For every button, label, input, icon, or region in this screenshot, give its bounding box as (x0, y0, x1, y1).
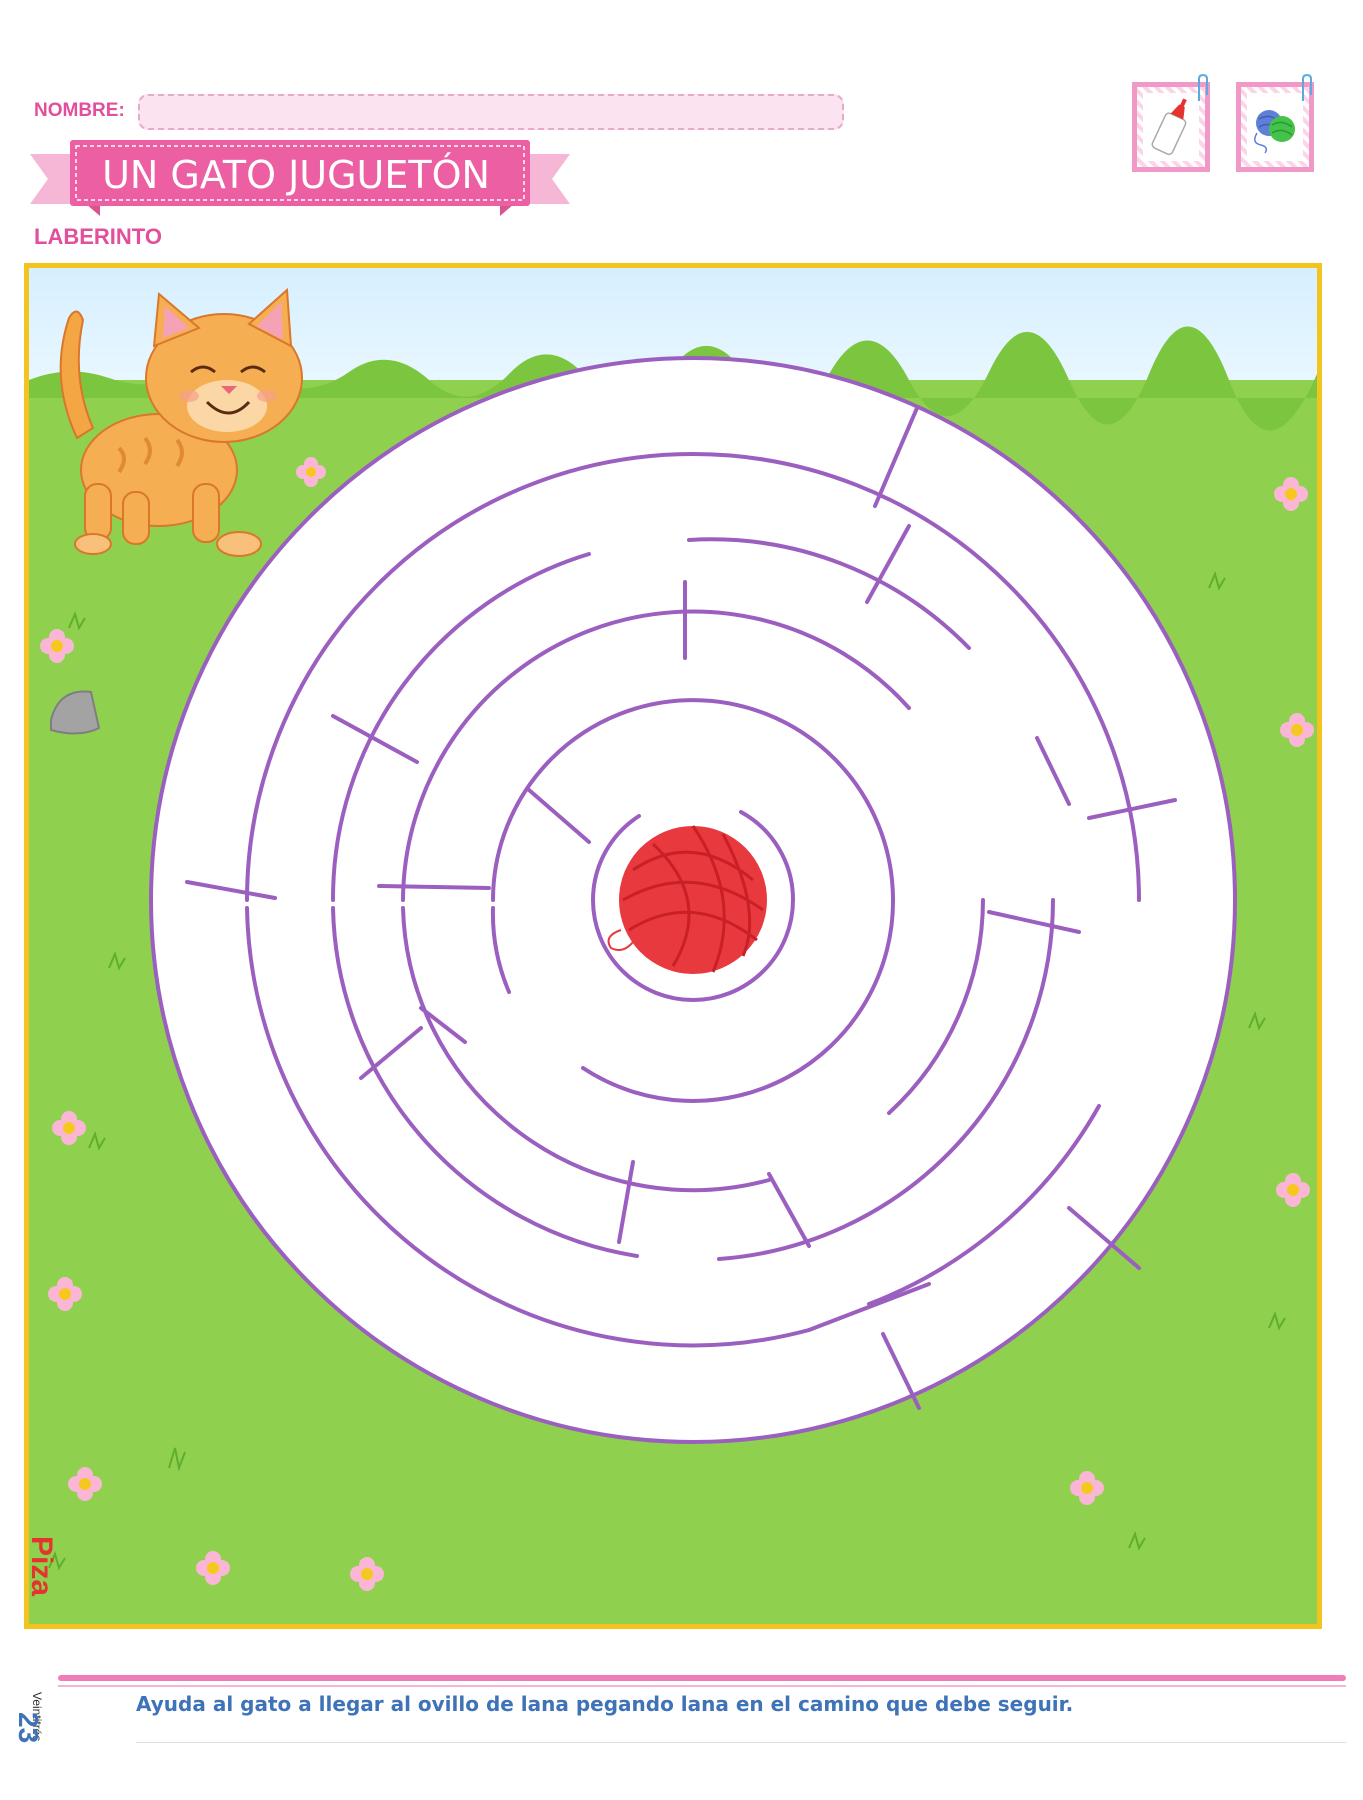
yarn-balls-icon (1254, 110, 1295, 154)
material-card-yarn (1236, 73, 1314, 172)
svg-text:Piza: Piza (30, 1536, 58, 1596)
maze-illustration (29, 268, 1317, 1624)
page-number: 23 (13, 1712, 44, 1744)
footer-accent-line-thin (58, 1685, 1346, 1687)
page-title: UN GATO JUGUETÓN (102, 153, 490, 197)
name-field[interactable] (138, 94, 844, 130)
activity-subtitle: LABERINTO (34, 224, 162, 249)
footer-accent-line (58, 1675, 1346, 1681)
instruction-text: Ayuda al gato a llegar al ovillo de lana… (136, 1692, 1074, 1716)
name-label: NOMBRE: (34, 100, 125, 121)
material-card-glue (1132, 73, 1210, 172)
footer-divider (136, 1742, 1346, 1743)
glue-bottle-icon (1151, 98, 1187, 156)
paperclip-icon (1302, 73, 1312, 101)
publisher-logo: Piza (30, 1536, 58, 1596)
paperclip-icon (1198, 73, 1208, 101)
maze-frame (24, 263, 1322, 1629)
